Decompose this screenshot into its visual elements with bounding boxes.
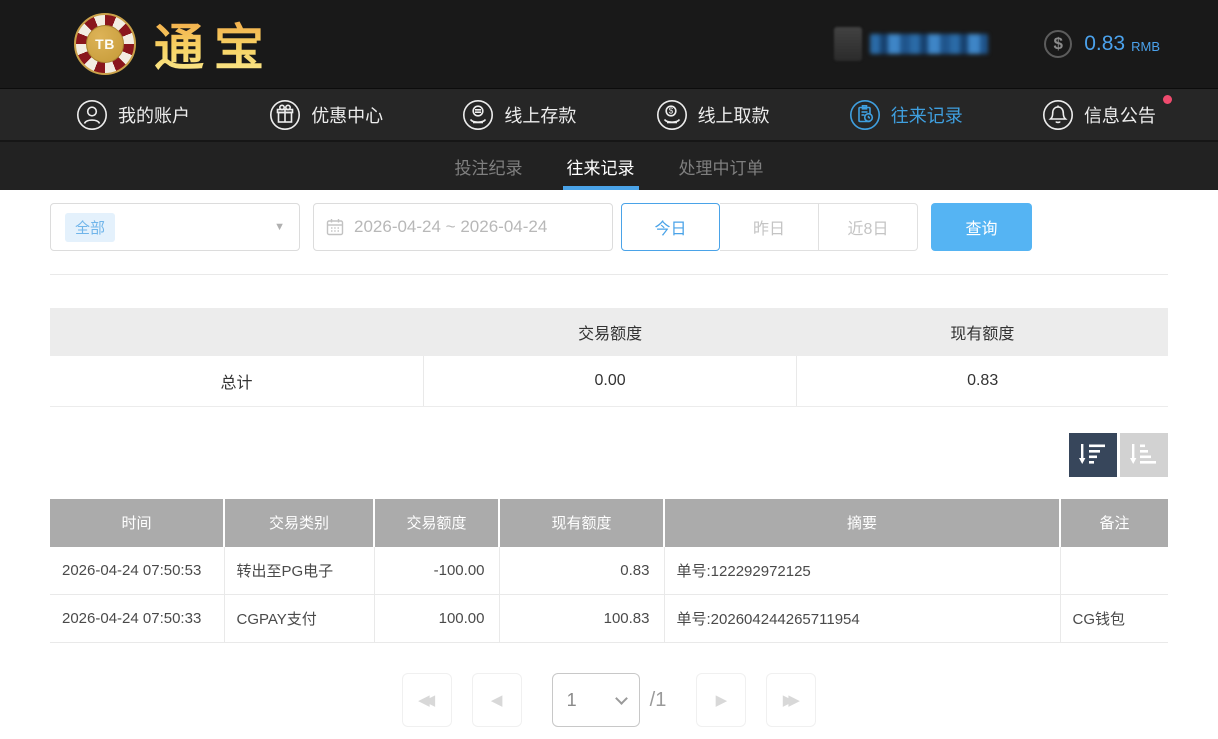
date-range-value: 2026-04-24 ~ 2026-04-24 <box>354 217 547 237</box>
cell-transaction-amount: -100.00 <box>374 547 499 595</box>
tab-processing-orders[interactable]: 处理中订单 <box>657 142 786 190</box>
top-header: TB 通宝 $ 0.83 RMB <box>0 0 1218 88</box>
quick-date-group: 今日 昨日 近8日 <box>621 203 918 251</box>
cell-time: 2026-04-24 07:50:53 <box>50 547 224 595</box>
date-range-picker[interactable]: 2026-04-24 ~ 2026-04-24 <box>313 203 613 251</box>
summary-total-label: 总计 <box>50 356 423 406</box>
summary-header-transaction: 交易额度 <box>423 308 796 356</box>
last-page-button[interactable]: ▶▶ <box>766 673 816 727</box>
transactions-table: 时间 交易类别 交易额度 现有额度 摘要 备注 2026-04-24 07:50… <box>50 499 1168 644</box>
summary-header-empty <box>50 308 423 356</box>
balance-currency: RMB <box>1131 39 1160 54</box>
search-button[interactable]: 查询 <box>931 203 1032 251</box>
summary-transaction-amount: 0.00 <box>423 356 796 406</box>
cell-type: CGPAY支付 <box>224 595 374 643</box>
cell-type: 转出至PG电子 <box>224 547 374 595</box>
avatar <box>834 27 862 61</box>
col-remark: 备注 <box>1060 499 1168 547</box>
divider <box>50 274 1168 275</box>
nav-item-promotions[interactable]: 优惠中心 <box>269 99 383 131</box>
content: 全部 ▼ 2026-04-24 ~ 2026-04-24 今日 昨日 近8日 查… <box>0 203 1218 727</box>
page-total: /1 <box>650 689 667 712</box>
nav-label: 优惠中心 <box>311 102 383 128</box>
cell-current-amount: 0.83 <box>499 547 664 595</box>
col-summary: 摘要 <box>664 499 1060 547</box>
records-icon <box>849 99 881 131</box>
summary-total-row: 总计 0.00 0.83 <box>50 356 1168 406</box>
left-arrow-icon: ◀ <box>491 691 503 709</box>
prev-page-button[interactable]: ◀ <box>472 673 522 727</box>
nav-item-records[interactable]: 往来记录 <box>849 99 963 131</box>
calendar-icon <box>326 218 344 236</box>
sort-controls <box>50 433 1168 477</box>
gift-icon <box>269 99 301 131</box>
poker-chip-icon: TB <box>74 13 136 75</box>
today-button[interactable]: 今日 <box>621 203 720 251</box>
summary-table: 交易额度 现有额度 总计 0.00 0.83 <box>50 308 1168 407</box>
cell-summary: 单号:202604244265711954 <box>664 595 1060 643</box>
balance[interactable]: $ 0.83 RMB <box>1044 30 1160 58</box>
nav-label: 我的账户 <box>118 102 190 128</box>
cell-remark <box>1060 547 1168 595</box>
nav-item-announcements[interactable]: 信息公告 <box>1042 99 1156 131</box>
username-blurred <box>870 34 988 54</box>
page-select-wrap: 1 <box>552 673 640 727</box>
filter-row: 全部 ▼ 2026-04-24 ~ 2026-04-24 今日 昨日 近8日 查… <box>50 203 1168 251</box>
type-select[interactable]: 全部 ▼ <box>50 203 300 251</box>
nav-label: 线上存款 <box>504 102 576 128</box>
table-row: 2026-04-24 07:50:33 CGPAY支付 100.00 100.8… <box>50 595 1168 643</box>
yesterday-button[interactable]: 昨日 <box>720 203 819 251</box>
nav-item-my-account[interactable]: 我的账户 <box>76 99 190 131</box>
sort-ascending-button[interactable] <box>1120 433 1168 477</box>
cell-transaction-amount: 100.00 <box>374 595 499 643</box>
main-nav: 我的账户 优惠中心 线上存款 $ 线上取款 往 <box>0 88 1218 140</box>
nav-label: 往来记录 <box>891 102 963 128</box>
dollar-coin-icon: $ <box>1044 30 1072 58</box>
nav-label: 信息公告 <box>1084 102 1156 128</box>
summary-header-current: 现有额度 <box>797 308 1168 356</box>
nav-item-deposit[interactable]: 线上存款 <box>462 99 576 131</box>
double-right-arrow-icon: ▶▶ <box>783 691 794 709</box>
notification-dot <box>1163 95 1172 104</box>
summary-current-amount: 0.83 <box>797 356 1168 406</box>
next-page-button[interactable]: ▶ <box>696 673 746 727</box>
bell-icon <box>1042 99 1074 131</box>
nav-label: 线上取款 <box>698 102 770 128</box>
brand-text: 通宝 <box>154 8 274 80</box>
nav-item-withdraw[interactable]: $ 线上取款 <box>656 99 770 131</box>
first-page-button[interactable]: ◀◀ <box>402 673 452 727</box>
cell-current-amount: 100.83 <box>499 595 664 643</box>
logo-badge: TB <box>95 36 115 52</box>
cell-summary: 单号:122292972125 <box>664 547 1060 595</box>
deposit-icon <box>462 99 494 131</box>
type-chip: 全部 <box>65 213 115 242</box>
chevron-down-icon: ▼ <box>274 221 285 233</box>
last-8-days-button[interactable]: 近8日 <box>819 203 918 251</box>
withdraw-icon: $ <box>656 99 688 131</box>
page-select[interactable]: 1 <box>552 673 640 727</box>
tab-transaction-records[interactable]: 往来记录 <box>545 142 657 190</box>
logo[interactable]: TB 通宝 <box>74 8 274 80</box>
right-arrow-icon: ▶ <box>716 691 728 709</box>
svg-text:$: $ <box>668 106 673 115</box>
sort-ascending-icon <box>1130 442 1158 468</box>
col-current-amount: 现有额度 <box>499 499 664 547</box>
summary-header-row: 交易额度 现有额度 <box>50 308 1168 356</box>
balance-amount: 0.83 <box>1084 32 1125 56</box>
col-transaction-amount: 交易额度 <box>374 499 499 547</box>
sub-nav: 投注纪录 往来记录 处理中订单 <box>0 140 1218 190</box>
cell-remark: CG钱包 <box>1060 595 1168 643</box>
pagination: ◀◀ ◀ 1 /1 ▶ ▶▶ <box>50 673 1168 727</box>
col-type: 交易类别 <box>224 499 374 547</box>
col-time: 时间 <box>50 499 224 547</box>
topbar-right: $ 0.83 RMB <box>834 27 1160 61</box>
table-header-row: 时间 交易类别 交易额度 现有额度 摘要 备注 <box>50 499 1168 547</box>
cell-time: 2026-04-24 07:50:33 <box>50 595 224 643</box>
user-icon <box>76 99 108 131</box>
tab-betting-records[interactable]: 投注纪录 <box>433 142 545 190</box>
double-left-arrow-icon: ◀◀ <box>418 691 429 709</box>
table-row: 2026-04-24 07:50:53 转出至PG电子 -100.00 0.83… <box>50 547 1168 595</box>
sort-descending-button[interactable] <box>1069 433 1117 477</box>
sort-descending-icon <box>1079 442 1107 468</box>
